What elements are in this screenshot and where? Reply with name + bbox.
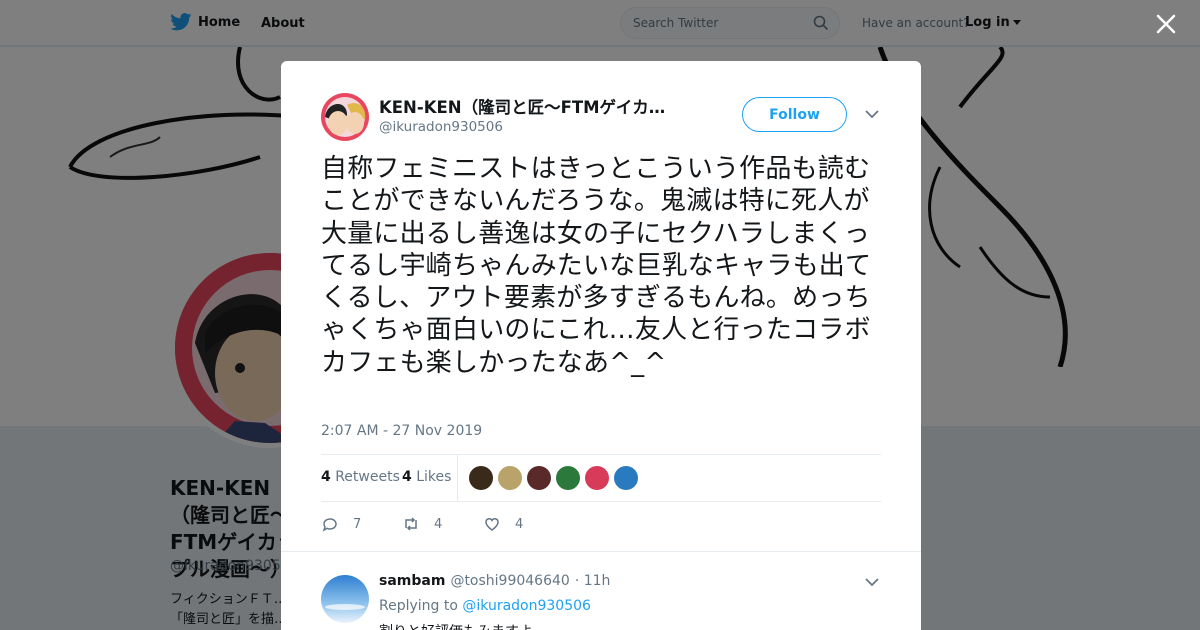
reply-author-handle[interactable]: @toshi99046640 bbox=[450, 573, 569, 589]
chevron-down-icon[interactable] bbox=[865, 109, 879, 119]
retweets-stat[interactable]: 4 Retweets bbox=[321, 469, 400, 485]
liker-avatar[interactable] bbox=[556, 466, 580, 490]
retweets-label: Retweets bbox=[335, 469, 400, 485]
liker-avatar[interactable] bbox=[585, 466, 609, 490]
replying-to: Replying to @ikuradon930506 bbox=[379, 598, 591, 614]
author-avatar[interactable] bbox=[321, 93, 369, 141]
stats-divider bbox=[457, 455, 458, 501]
chevron-down-icon[interactable] bbox=[865, 577, 879, 587]
liker-avatars bbox=[469, 466, 638, 490]
retweet-icon bbox=[405, 517, 417, 531]
reply-header: sambam @toshi99046640 · 11h bbox=[379, 573, 610, 589]
likes-stat[interactable]: 4 Likes bbox=[402, 469, 451, 485]
reply-time[interactable]: · 11h bbox=[575, 573, 611, 589]
tweet-text: 自称フェミニストはきっとこういう作品も読むことができないんだろうな。鬼滅は特に死… bbox=[321, 154, 872, 378]
like-action[interactable]: 4 bbox=[483, 515, 523, 533]
reply-icon bbox=[322, 518, 337, 532]
liker-avatar[interactable] bbox=[527, 466, 551, 490]
liker-avatar[interactable] bbox=[469, 466, 493, 490]
replies-separator bbox=[281, 551, 921, 561]
reply-avatar-art bbox=[321, 575, 369, 623]
reply-count: 7 bbox=[353, 516, 362, 532]
reply-author-name[interactable]: sambam bbox=[379, 573, 445, 589]
likes-label: Likes bbox=[416, 469, 452, 485]
retweet-action[interactable]: 4 bbox=[402, 515, 442, 533]
tweet-actions: 7 4 4 bbox=[321, 513, 881, 539]
tweet-timestamp[interactable]: 2:07 AM - 27 Nov 2019 bbox=[321, 423, 482, 439]
replying-prefix: Replying to bbox=[379, 598, 458, 614]
liker-avatar[interactable] bbox=[614, 466, 638, 490]
close-icon[interactable] bbox=[1154, 12, 1178, 36]
like-count: 4 bbox=[515, 516, 524, 532]
replying-to-handle[interactable]: @ikuradon930506 bbox=[462, 598, 591, 614]
retweets-count: 4 bbox=[321, 469, 331, 485]
heart-icon bbox=[485, 518, 499, 531]
author-avatar-art bbox=[321, 93, 369, 141]
follow-button[interactable]: Follow bbox=[742, 97, 847, 132]
reply-avatar[interactable] bbox=[321, 575, 369, 623]
liker-avatar[interactable] bbox=[498, 466, 522, 490]
reply-action[interactable]: 7 bbox=[321, 515, 361, 533]
author-handle[interactable]: @ikuradon930506 bbox=[379, 119, 503, 135]
likes-count: 4 bbox=[402, 469, 412, 485]
author-name[interactable]: KEN-KEN（隆司と匠〜FTMゲイカ… bbox=[379, 94, 689, 118]
retweet-count: 4 bbox=[434, 516, 443, 532]
tweet-stats: 4 Retweets 4 Likes bbox=[321, 454, 881, 502]
reply-text: 割りと好評価もみますよ bbox=[379, 621, 533, 630]
tweet-modal: KEN-KEN（隆司と匠〜FTMゲイカ… @ikuradon930506 Fol… bbox=[281, 61, 921, 630]
